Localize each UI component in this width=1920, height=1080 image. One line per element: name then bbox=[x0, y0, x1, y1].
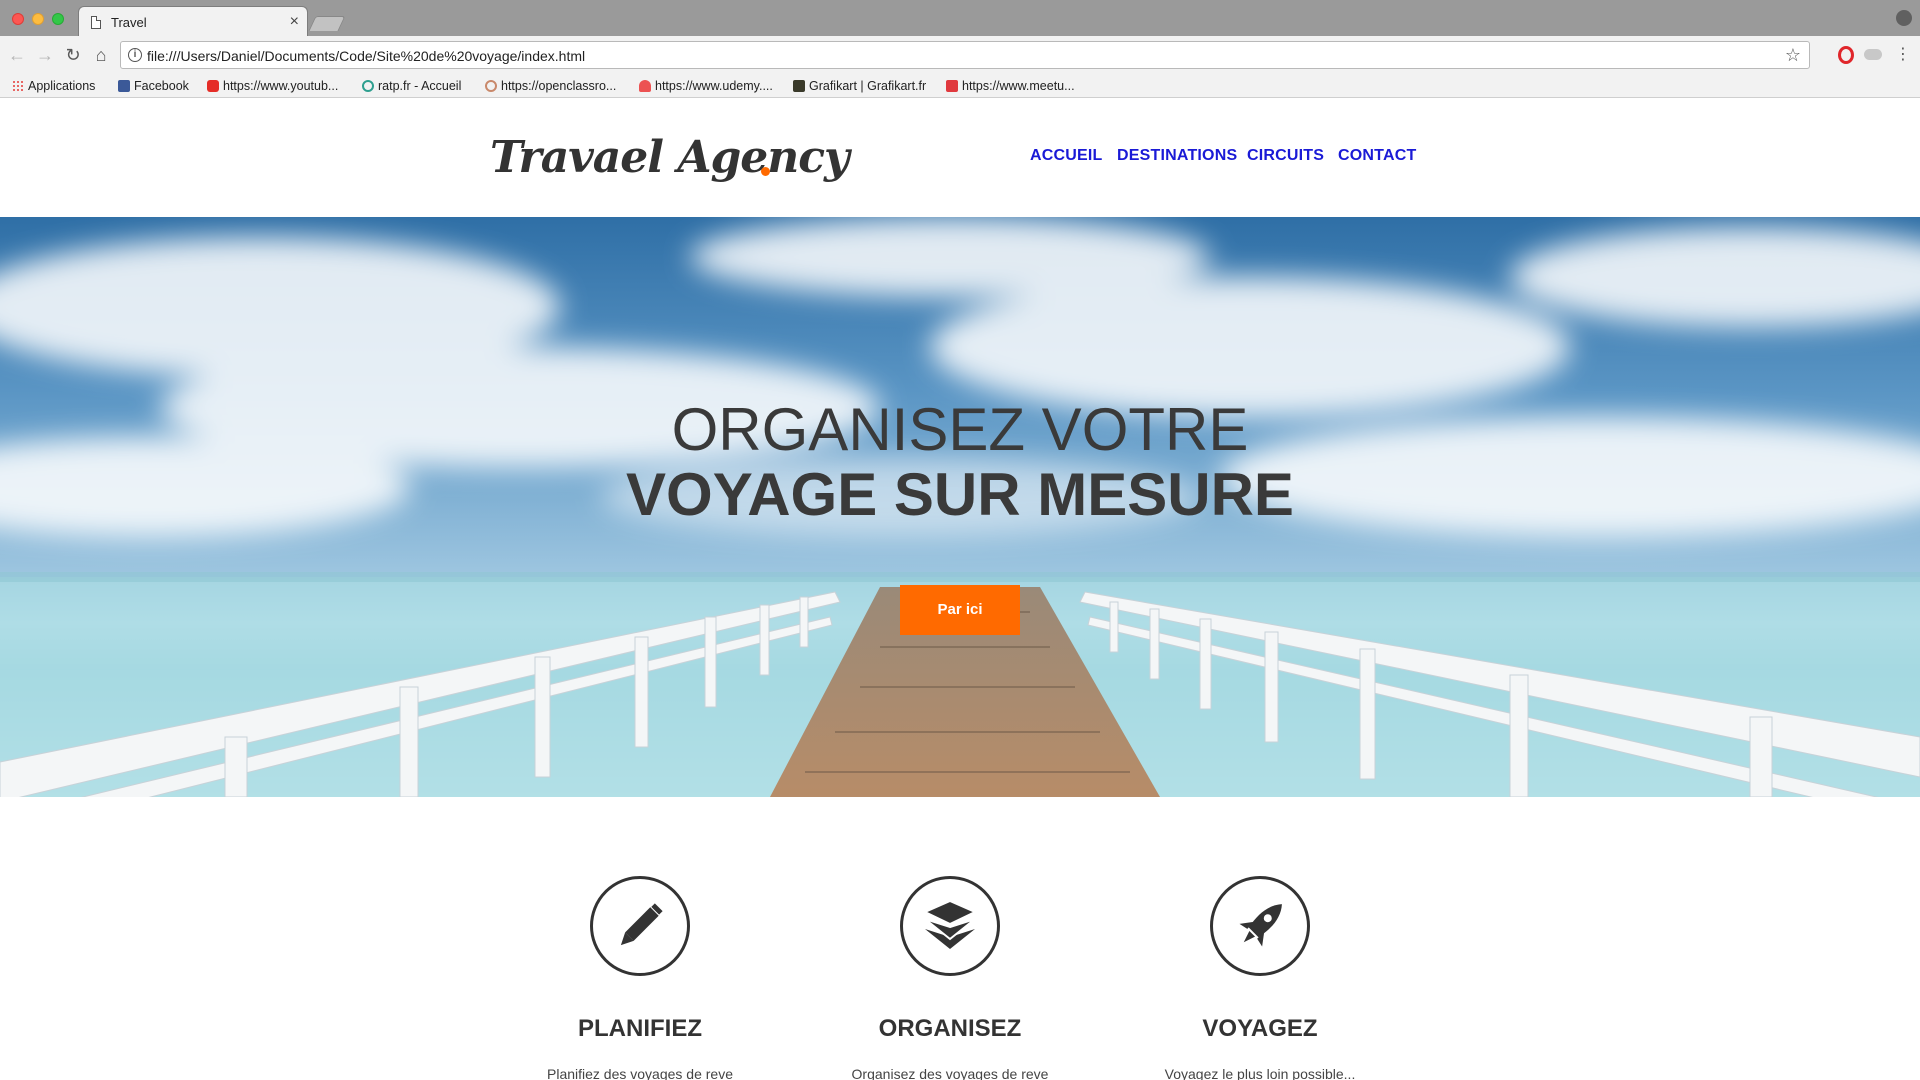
back-arrow-icon[interactable]: ← bbox=[6, 44, 28, 66]
feature-text: Planifiez des voyages de reve bbox=[547, 1066, 733, 1080]
openclassrooms-icon bbox=[485, 80, 497, 92]
rocket-icon bbox=[1239, 904, 1282, 947]
tab-close-icon[interactable]: × bbox=[290, 12, 299, 32]
tab-title: Travel bbox=[111, 15, 147, 30]
feature-title: ORGANISEZ bbox=[878, 1015, 1022, 1042]
browser-tab[interactable]: Travel × bbox=[78, 6, 308, 37]
bookmark-item[interactable]: https://www.udemy.... bbox=[639, 77, 773, 95]
page-icon bbox=[91, 16, 101, 29]
bookmark-star-icon[interactable]: ☆ bbox=[1785, 45, 1801, 66]
hero-banner: ORGANISEZ VOTRE VOYAGE SUR MESURE Par ic… bbox=[0, 217, 1920, 797]
bookmark-item[interactable]: Applications bbox=[12, 77, 95, 95]
youtube-icon bbox=[207, 80, 219, 92]
window-close-button[interactable] bbox=[12, 13, 24, 25]
menu-dots-icon[interactable]: ⋮ bbox=[1895, 44, 1911, 66]
feature-title: VOYAGEZ bbox=[1202, 1015, 1318, 1042]
hero-title-line1: ORGANISEZ VOTRE bbox=[671, 396, 1249, 463]
bookmark-item[interactable]: https://www.youtub... bbox=[207, 77, 338, 95]
reload-icon[interactable]: ↻ bbox=[62, 44, 84, 66]
layers-icon bbox=[922, 899, 978, 949]
feature-icon-circle bbox=[1210, 876, 1310, 976]
hero-title-line2: VOYAGE SUR MESURE bbox=[626, 461, 1294, 528]
nav-destinations[interactable]: DESTINATIONS bbox=[1117, 147, 1237, 165]
meetup-icon bbox=[946, 80, 958, 92]
par-ici-button[interactable]: Par ici bbox=[900, 585, 1020, 635]
bookmark-item[interactable]: Grafikart | Grafikart.fr bbox=[793, 77, 926, 95]
pencil-icon bbox=[620, 901, 665, 946]
bookmark-item[interactable]: https://openclassro... bbox=[485, 77, 616, 95]
feature-icon-circle bbox=[590, 876, 690, 976]
bookmark-item[interactable]: ratp.fr - Accueil bbox=[362, 77, 461, 95]
site-header: Travael Agency ACCUEIL DESTINATIONS CIRC… bbox=[0, 98, 1920, 217]
facebook-icon bbox=[118, 80, 130, 92]
feature-icon-circle bbox=[900, 876, 1000, 976]
browser-tabstrip: Travel × bbox=[0, 0, 1920, 37]
opera-extension-icon[interactable] bbox=[1838, 46, 1854, 64]
nav-circuits[interactable]: CIRCUITS bbox=[1247, 147, 1324, 165]
forward-arrow-icon[interactable]: → bbox=[34, 44, 56, 66]
udemy-icon bbox=[639, 80, 651, 92]
info-icon[interactable]: i bbox=[128, 48, 142, 62]
cloud-extension-icon[interactable] bbox=[1864, 49, 1882, 60]
nav-accueil[interactable]: ACCUEIL bbox=[1030, 147, 1103, 165]
bookmark-item[interactable]: https://www.meetu... bbox=[946, 77, 1075, 95]
feature-text: Organisez des voyages de reve bbox=[851, 1066, 1049, 1080]
new-tab-button[interactable] bbox=[308, 16, 346, 31]
logo-dot bbox=[761, 167, 770, 176]
nav-contact[interactable]: CONTACT bbox=[1338, 147, 1416, 165]
window-minimize-button[interactable] bbox=[32, 13, 44, 25]
feature-text: Voyagez le plus loin possible... bbox=[1164, 1066, 1356, 1080]
address-bar[interactable]: i file:///Users/Daniel/Documents/Code/Si… bbox=[120, 41, 1810, 69]
apps-grid-icon bbox=[12, 80, 24, 92]
window-maximize-button[interactable] bbox=[52, 13, 64, 25]
bookmark-item[interactable]: Facebook bbox=[118, 77, 189, 95]
url-text[interactable]: file:///Users/Daniel/Documents/Code/Site… bbox=[147, 48, 585, 64]
home-icon[interactable]: ⌂ bbox=[90, 44, 112, 66]
bookmarks-bar: Applications Facebook https://www.youtub… bbox=[0, 74, 1920, 98]
site-logo[interactable]: Travael Agency bbox=[490, 132, 850, 183]
grafikart-icon bbox=[793, 80, 805, 92]
browser-toolbar: ← → ↻ ⌂ i file:///Users/Daniel/Documents… bbox=[0, 36, 1920, 74]
profile-icon[interactable] bbox=[1896, 10, 1912, 26]
ratp-icon bbox=[362, 80, 374, 92]
feature-title: PLANIFIEZ bbox=[578, 1015, 702, 1042]
